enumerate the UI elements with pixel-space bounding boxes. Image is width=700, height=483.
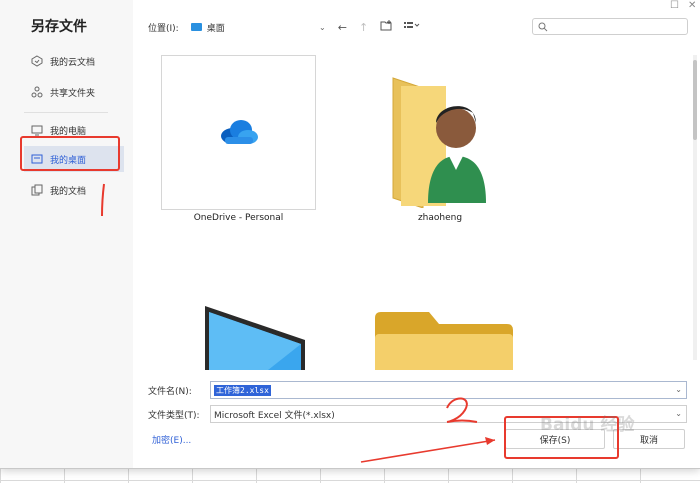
scrollbar-thumb[interactable] [693, 60, 697, 140]
filetype-select[interactable]: Microsoft Excel 文件(*.xlsx) ⌄ [210, 405, 687, 423]
cloud-doc-icon [30, 54, 44, 68]
new-folder-icon[interactable] [380, 20, 392, 34]
encrypt-link[interactable]: 加密(E)... [152, 433, 191, 446]
chevron-down-icon[interactable]: ⌄ [675, 385, 682, 394]
filename-field[interactable]: 工作簿2.xlsx ⌄ [210, 381, 687, 399]
file-tile-onedrive[interactable]: OneDrive - Personal [161, 55, 316, 235]
filetype-value: Microsoft Excel 文件(*.xlsx) [214, 410, 335, 421]
list-view-icon[interactable] [404, 21, 420, 34]
file-tile-zhaoheng[interactable]: zhaoheng [365, 55, 515, 235]
desktop-icon [30, 152, 44, 166]
sidebar: 另存文件 我的云文档 共享文件夹 我的电脑 我的桌面 我的文档 [0, 0, 133, 468]
location-label: 位置(I): [148, 23, 179, 34]
sidebar-item-shared-folder[interactable]: 共享文件夹 [24, 79, 124, 105]
filetype-label: 文件类型(T): [148, 410, 200, 421]
scrollbar[interactable] [693, 55, 697, 360]
up-icon[interactable]: ↑ [359, 21, 368, 34]
onedrive-cloud-icon [221, 120, 258, 144]
location-bar: 位置(I): 桌面 ⌄ ← ↑ [148, 18, 420, 36]
location-select[interactable]: 桌面 ⌄ [187, 19, 326, 35]
search-input[interactable] [553, 20, 687, 34]
cancel-button[interactable]: 取消 [613, 429, 685, 449]
back-icon[interactable]: ← [338, 21, 347, 34]
sidebar-item-label: 我的桌面 [50, 155, 87, 166]
sidebar-item-label: 我的电脑 [50, 126, 87, 137]
location-value: 桌面 [206, 23, 225, 34]
dialog-title: 另存文件 [31, 19, 87, 35]
desktop-folder-icon [190, 23, 202, 31]
search-box[interactable] [532, 18, 688, 35]
sidebar-item-cloud-docs[interactable]: 我的云文档 [24, 48, 124, 74]
save-button[interactable]: 保存(S) [505, 429, 605, 449]
file-tile-monitor[interactable] [203, 304, 313, 370]
annotation-step2 [360, 397, 496, 463]
sidebar-item-label: 我的文档 [50, 186, 87, 197]
file-area: OneDrive - Personal zhaoheng [133, 42, 688, 370]
filename-label: 文件名(N): [148, 386, 192, 397]
sidebar-item-my-desktop[interactable]: 我的桌面 [24, 146, 124, 172]
sidebar-item-label: 我的云文档 [50, 57, 96, 68]
sidebar-divider [24, 112, 108, 113]
chevron-down-icon[interactable]: ⌄ [675, 409, 682, 418]
filename-row: 文件名(N): 工作簿2.xlsx ⌄ [148, 381, 687, 399]
sidebar-item-label: 共享文件夹 [50, 88, 96, 99]
file-name: OneDrive - Personal [193, 213, 284, 223]
sidebar-item-my-documents[interactable]: 我的文档 [24, 177, 124, 203]
folder-icon [375, 312, 513, 370]
onedrive-thumbnail [161, 55, 316, 210]
filename-value[interactable]: 工作簿2.xlsx [214, 384, 271, 396]
sidebar-item-my-computer[interactable]: 我的电脑 [24, 117, 124, 143]
user-folder-icon [392, 77, 486, 208]
computer-icon [30, 123, 44, 137]
chevron-down-icon: ⌄ [319, 22, 326, 32]
close-icon[interactable]: ✕ [688, 0, 696, 11]
documents-icon [30, 183, 44, 197]
save-as-dialog: 另存文件 我的云文档 共享文件夹 我的电脑 我的桌面 我的文档 ☐ ✕ 位置(I… [0, 0, 700, 469]
search-icon [538, 22, 548, 32]
filetype-row: 文件类型(T): Microsoft Excel 文件(*.xlsx) ⌄ [148, 405, 687, 423]
file-tile-folder[interactable] [375, 312, 513, 370]
monitor-icon [205, 306, 305, 370]
restore-icon[interactable]: ☐ [670, 0, 679, 11]
file-name: zhaoheng [417, 213, 463, 223]
share-folder-icon [30, 85, 44, 99]
